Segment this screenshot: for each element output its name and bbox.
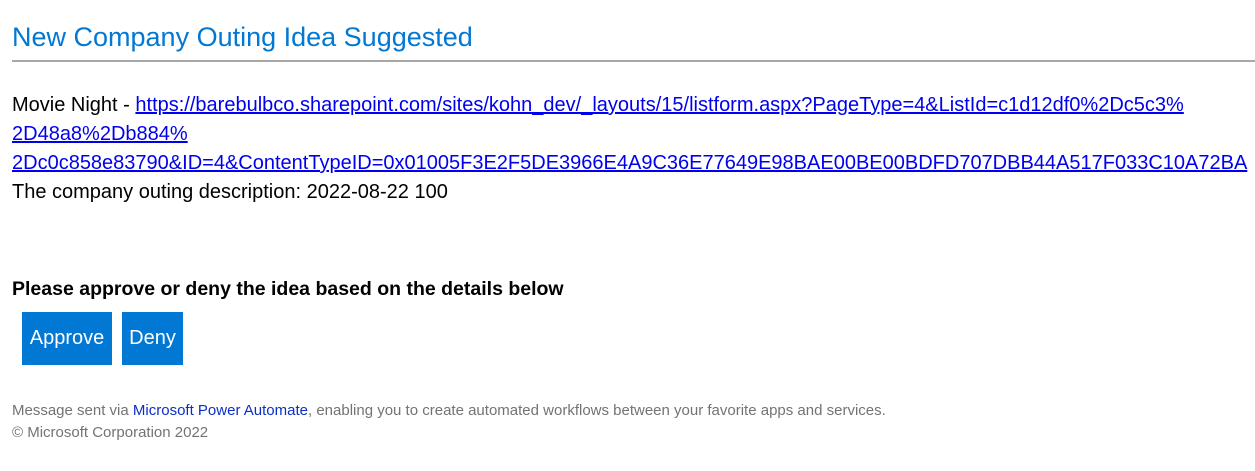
approval-prompt: Please approve or deny the idea based on… — [12, 278, 564, 300]
idea-link-line-1: https://barebulbco.sharepoint.com/sites/… — [135, 94, 1184, 116]
idea-separator: - — [117, 94, 136, 116]
idea-name: Movie Night — [12, 94, 118, 116]
idea-description: The company outing description: 2022-08-… — [12, 181, 448, 203]
footer-suffix: , enabling you to create automated workf… — [307, 402, 886, 419]
approve-button[interactable]: Approve — [22, 312, 112, 365]
deny-button[interactable]: Deny — [122, 312, 183, 365]
email-body: New Company Outing Idea Suggested Movie … — [0, 0, 1255, 471]
email-footer: Message sent via Microsoft Power Automat… — [12, 400, 886, 444]
idea-details: Movie Night - https://barebulbco.sharepo… — [12, 91, 1252, 207]
idea-link[interactable]: https://barebulbco.sharepoint.com/sites/… — [135, 94, 1183, 116]
idea-link-line-2[interactable]: 2D48a8%2Db884% — [12, 120, 1252, 149]
power-automate-link[interactable]: Microsoft Power Automate — [133, 402, 308, 419]
email-title: New Company Outing Idea Suggested — [12, 22, 473, 52]
footer-copyright: © Microsoft Corporation 2022 — [12, 424, 209, 441]
footer-message: Message sent via Microsoft Power Automat… — [12, 400, 886, 422]
footer-prefix: Message sent via — [12, 402, 133, 419]
title-divider — [12, 60, 1255, 62]
idea-line: Movie Night - https://barebulbco.sharepo… — [12, 91, 1252, 120]
idea-link-line-3[interactable]: 2Dc0c858e83790&ID=4&ContentTypeID=0x0100… — [12, 149, 1252, 178]
